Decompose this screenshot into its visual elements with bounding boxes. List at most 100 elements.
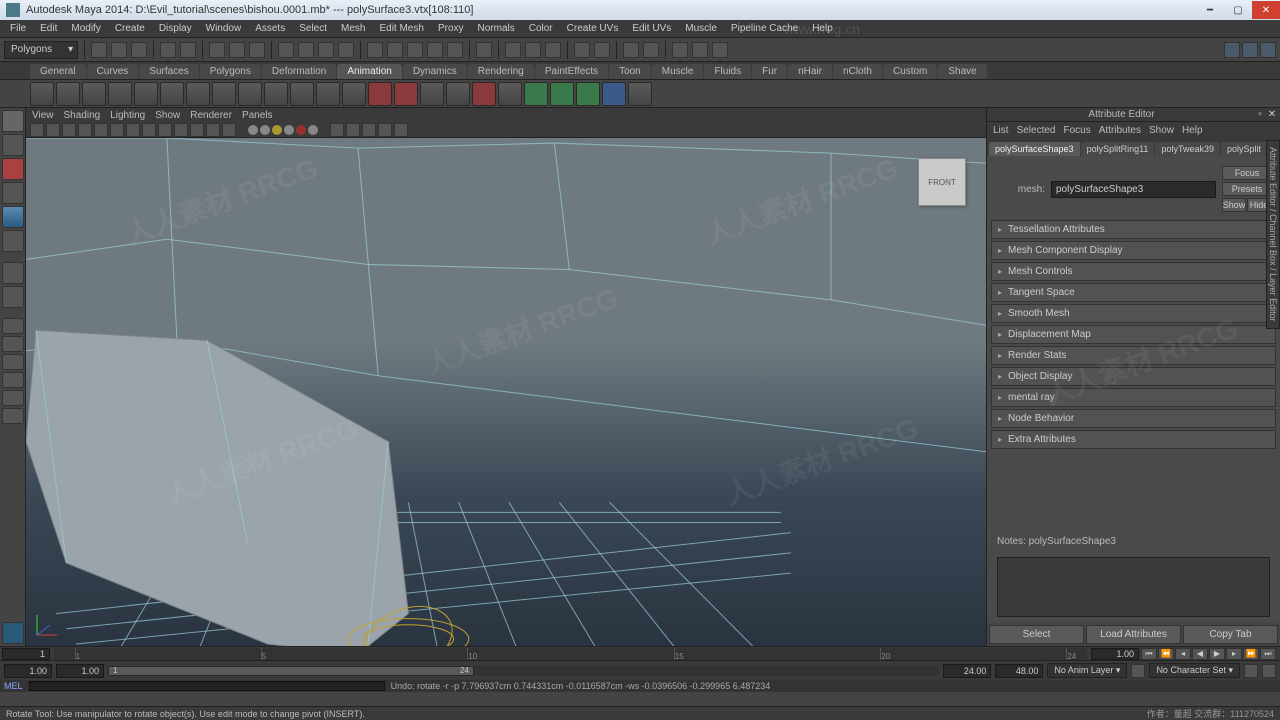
menu-file[interactable]: File [4,21,32,36]
shelf-tab-muscle[interactable]: Muscle [652,64,704,79]
tool-settings-icon[interactable] [2,622,24,644]
panel-menu-renderer[interactable]: Renderer [190,110,232,121]
input-field-icon[interactable] [574,42,590,58]
attr-section[interactable]: Tangent Space [991,283,1276,302]
presets-button[interactable]: Presets [1222,182,1272,196]
soft-mod-tool-icon[interactable] [2,286,24,308]
range-start-out[interactable]: 1.00 [4,664,52,678]
shelf-icon[interactable] [238,82,262,106]
step-forward-icon[interactable]: ⏩ [1243,648,1259,660]
range-start-in[interactable]: 1.00 [56,664,104,678]
shelf-icon[interactable] [134,82,158,106]
light-dot-icon[interactable] [308,125,318,135]
shelf-tab-fur[interactable]: Fur [752,64,787,79]
snap-curve-icon[interactable] [387,42,403,58]
close-panel-icon[interactable]: ✕ [1266,109,1278,120]
select-uv-icon[interactable] [338,42,354,58]
prev-key-icon[interactable]: ◂ [1175,648,1191,660]
layout-persp-icon[interactable] [2,372,24,388]
shelf-tab-ncloth[interactable]: nCloth [833,64,882,79]
shelf-tab-nhair[interactable]: nHair [788,64,832,79]
render-settings-icon[interactable] [545,42,561,58]
render-icon[interactable] [505,42,521,58]
shelf-tab-general[interactable]: General [30,64,86,79]
range-handle[interactable]: 124 [108,666,474,676]
manip-tool-icon[interactable] [2,262,24,284]
shelf-tab-painteffects[interactable]: PaintEffects [535,64,608,79]
undock-icon[interactable]: ▫ [1254,109,1266,120]
light-dot-icon[interactable] [248,125,258,135]
rotate-tool-icon[interactable] [2,206,24,228]
panel-tool-icon[interactable] [362,123,376,137]
select-hierarchy-icon[interactable] [209,42,225,58]
time-track[interactable]: 1 5 10 15 20 24 [54,648,1087,660]
attr-menu-list[interactable]: List [993,125,1009,136]
shelf-icon[interactable] [30,82,54,106]
panel-menu-panels[interactable]: Panels [242,110,273,121]
snap-point-icon[interactable] [407,42,423,58]
panel-tool-icon[interactable] [78,123,92,137]
shelf-icon[interactable] [160,82,184,106]
shelf-tab-custom[interactable]: Custom [883,64,937,79]
panel-tool-icon[interactable] [206,123,220,137]
shelf-icon[interactable] [394,82,418,106]
attr-menu-focus[interactable]: Focus [1063,125,1090,136]
shelf-icon[interactable] [472,82,496,106]
undo-icon[interactable] [160,42,176,58]
panel-tool-icon[interactable] [142,123,156,137]
range-track[interactable]: 124 [108,666,939,676]
attr-menu-show[interactable]: Show [1149,125,1174,136]
panel-tool-icon[interactable] [94,123,108,137]
focus-button[interactable]: Focus [1222,166,1272,180]
panel-tool-icon[interactable] [394,123,408,137]
attr-section[interactable]: Smooth Mesh [991,304,1276,323]
select-component-icon[interactable] [249,42,265,58]
select-edge-icon[interactable] [298,42,314,58]
layout-hyper-icon[interactable] [2,408,24,424]
light-dot-icon[interactable] [260,125,270,135]
attr-section[interactable]: Tessellation Attributes [991,220,1276,239]
maximize-button[interactable]: ▢ [1224,1,1252,19]
menu-create[interactable]: Create [109,21,151,36]
load-attributes-button[interactable]: Load Attributes [1086,625,1181,644]
attr-section[interactable]: Extra Attributes [991,430,1276,449]
panel-tool-icon[interactable] [346,123,360,137]
range-end-in[interactable]: 24.00 [943,664,991,678]
panel-tool-icon[interactable] [330,123,344,137]
panel-tool-icon[interactable] [378,123,392,137]
panel-tool-icon[interactable] [62,123,76,137]
shelf-icon[interactable] [186,82,210,106]
anim-layer-icon[interactable] [1131,664,1145,678]
light-dot-icon[interactable] [296,125,306,135]
paint-select-tool-icon[interactable] [2,158,24,180]
select-button[interactable]: Select [989,625,1084,644]
light-dot-icon[interactable] [272,125,282,135]
attr-tab[interactable]: polyTweak39 [1155,142,1220,156]
layout-four-icon[interactable] [2,336,24,352]
mesh-input[interactable] [1051,181,1216,198]
shelf-tab-fluids[interactable]: Fluids [704,64,751,79]
history-on-icon[interactable] [476,42,492,58]
mode-selector[interactable]: Polygons▾ [4,41,78,59]
menu-assets[interactable]: Assets [249,21,291,36]
shelf-icon[interactable] [264,82,288,106]
panel-menu-show[interactable]: Show [155,110,180,121]
panel-tool-icon[interactable] [30,123,44,137]
layout2-icon[interactable] [692,42,708,58]
minimize-button[interactable]: ━ [1196,1,1224,19]
show-button[interactable]: Show [1222,198,1246,212]
shelf-icon[interactable] [212,82,236,106]
attr-tab[interactable]: polySplitRing11 [1081,142,1155,156]
viewport[interactable]: FRONT [26,138,986,646]
panel-menu-shading[interactable]: Shading [64,110,101,121]
layout3-icon[interactable] [712,42,728,58]
menu-display[interactable]: Display [153,21,198,36]
shelf-icon[interactable] [498,82,522,106]
attr-menu-attributes[interactable]: Attributes [1099,125,1141,136]
shelf-icon[interactable] [576,82,600,106]
shelf-tab-surfaces[interactable]: Surfaces [139,64,198,79]
layout-single-icon[interactable] [2,318,24,334]
attr-menu-selected[interactable]: Selected [1017,125,1056,136]
current-frame-field[interactable]: 1.00 [1091,648,1139,660]
autokey-icon[interactable] [1244,664,1258,678]
